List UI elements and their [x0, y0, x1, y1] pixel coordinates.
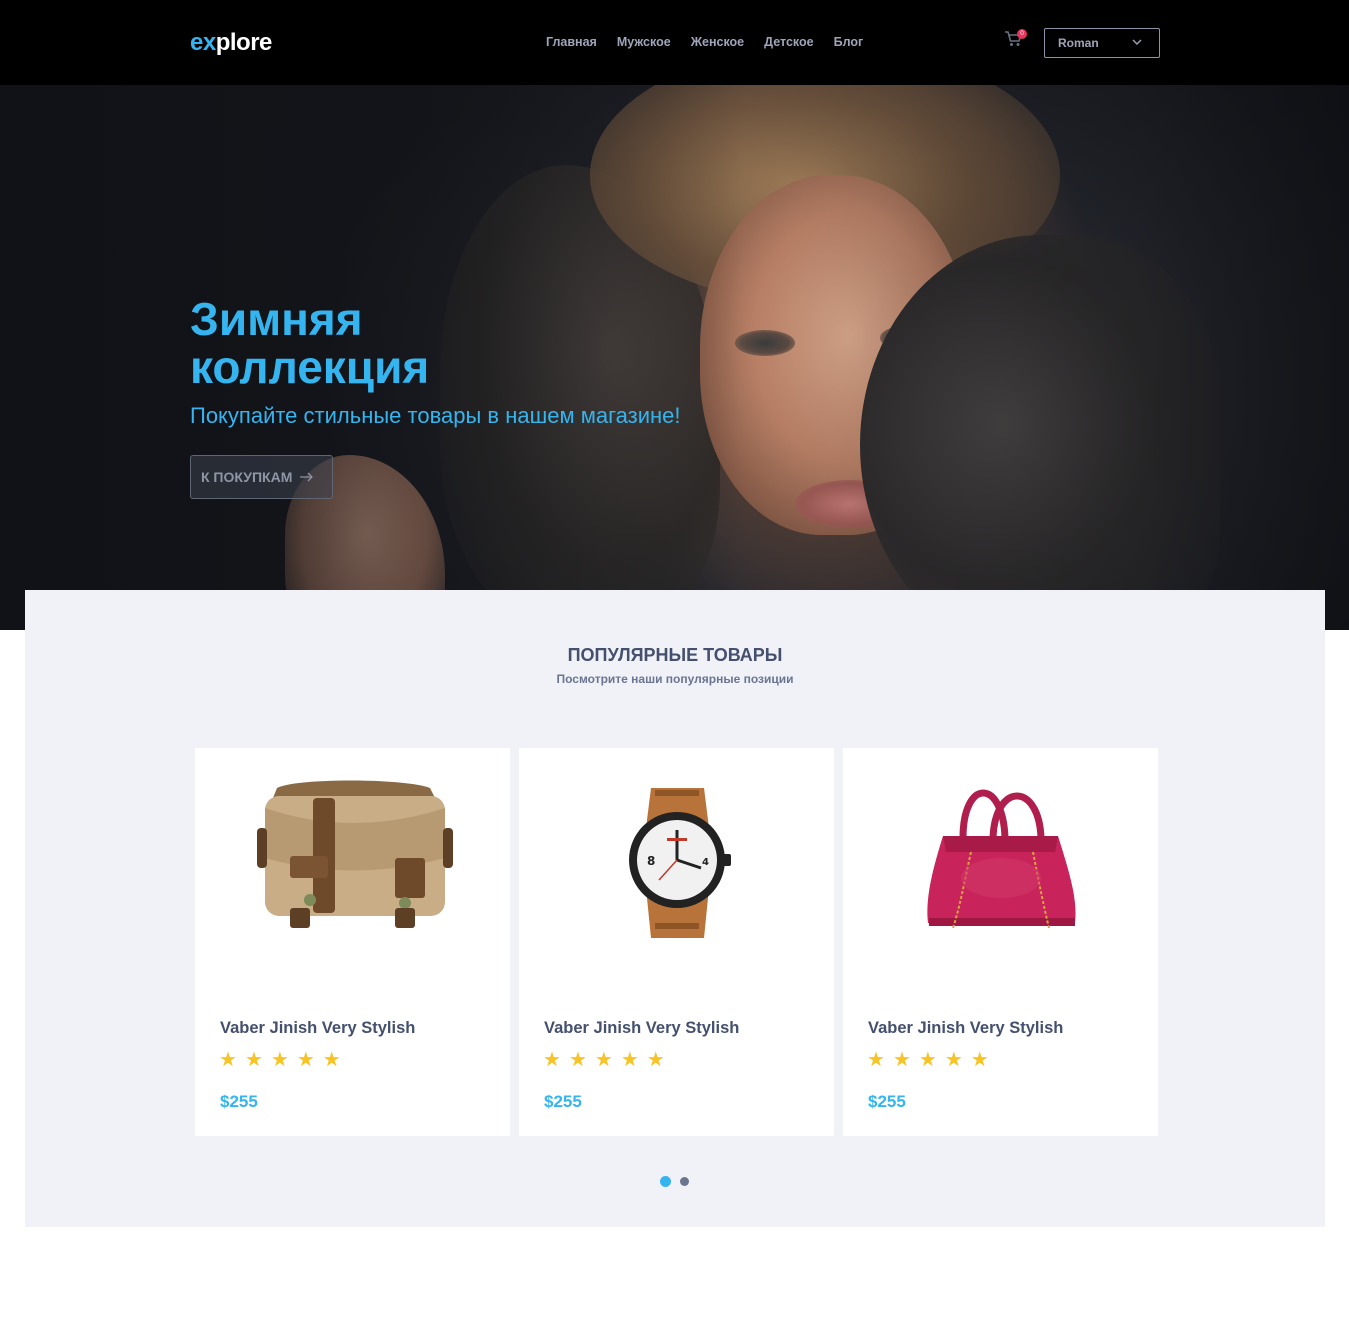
carousel-pagination: [660, 1176, 689, 1187]
cart-count-badge: 0: [1017, 29, 1027, 39]
product-name: Vaber Jinish Very Stylish: [868, 1019, 1064, 1037]
svg-text:8: 8: [647, 854, 655, 868]
main-nav: Главная Мужское Женское Детское Блог: [546, 35, 863, 49]
hero-banner: Зимняя коллекция Покупайте стильные това…: [0, 85, 1349, 630]
product-name: Vaber Jinish Very Stylish: [220, 1019, 416, 1037]
product-name: Vaber Jinish Very Stylish: [544, 1019, 740, 1037]
popular-products-section: ПОПУЛЯРНЫЕ ТОВАРЫ Посмотрите наши популя…: [25, 590, 1325, 1227]
star-icon: ★: [620, 1049, 639, 1071]
product-price: $255: [220, 1092, 258, 1111]
shop-now-button[interactable]: К ПОКУПКАМ: [190, 455, 333, 499]
nav-link-home[interactable]: Главная: [546, 35, 597, 49]
wristwatch-image: 8 4: [629, 788, 731, 938]
logo-suffix: plore: [215, 29, 273, 56]
carousel-dot-2[interactable]: [680, 1177, 689, 1186]
nav-link-men[interactable]: Мужское: [617, 35, 671, 49]
handbag-image: [927, 789, 1076, 929]
svg-text:4: 4: [702, 857, 709, 868]
chevron-down-icon: [1132, 39, 1142, 45]
arrow-right-icon: [300, 472, 314, 482]
star-icon: ★: [867, 1049, 885, 1071]
star-icon: ★: [594, 1049, 613, 1071]
hero-subtitle: Покупайте стильные товары в нашем магази…: [190, 403, 681, 428]
star-icon: ★: [270, 1049, 289, 1071]
star-icon: ★: [296, 1049, 315, 1071]
star-icon: ★: [918, 1049, 937, 1071]
logo[interactable]: explore: [190, 29, 272, 57]
star-icon: ★: [568, 1049, 587, 1071]
star-icon: ★: [646, 1049, 665, 1071]
shop-now-label: К ПОКУПКАМ: [201, 469, 293, 485]
nav-link-kids[interactable]: Детское: [764, 35, 813, 49]
nav-link-blog[interactable]: Блог: [834, 35, 864, 49]
messenger-bag-image: [257, 780, 453, 928]
product-card[interactable]: Vaber Jinish Very Stylish ★ ★ ★ ★ ★ $255: [843, 748, 1158, 1136]
star-icon: ★: [944, 1049, 963, 1071]
section-title: ПОПУЛЯРНЫЕ ТОВАРЫ: [567, 645, 783, 665]
carousel-dot-1[interactable]: [660, 1176, 671, 1187]
hero-title: Зимняя коллекция: [190, 293, 430, 393]
star-icon: ★: [322, 1049, 341, 1071]
user-dropdown[interactable]: Roman: [1044, 28, 1160, 58]
section-subtitle: Посмотрите наши популярные позиции: [556, 672, 794, 686]
product-card[interactable]: 8 4 Vaber Jinish Very Stylish ★ ★ ★ ★ ★ $255: [519, 748, 834, 1136]
star-icon: ★: [219, 1049, 237, 1071]
star-icon: ★: [244, 1049, 263, 1071]
nav-link-women[interactable]: Женское: [691, 35, 744, 49]
star-icon: ★: [892, 1049, 911, 1071]
product-price: $255: [868, 1092, 906, 1111]
product-card[interactable]: Vaber Jinish Very Stylish ★ ★ ★ ★ ★ $255: [195, 748, 510, 1136]
logo-prefix: ex: [190, 29, 216, 56]
site-header: explore Главная Мужское Женское Детское …: [0, 0, 1349, 85]
rating-stars: ★ ★ ★ ★ ★: [543, 1050, 665, 1070]
cart-button[interactable]: 0: [1004, 29, 1027, 50]
user-dropdown-value: Roman: [1058, 36, 1099, 50]
rating-stars: ★ ★ ★ ★ ★: [867, 1050, 989, 1070]
star-icon: ★: [970, 1049, 989, 1071]
star-icon: ★: [543, 1049, 561, 1071]
product-price: $255: [544, 1092, 582, 1111]
rating-stars: ★ ★ ★ ★ ★: [219, 1050, 341, 1070]
